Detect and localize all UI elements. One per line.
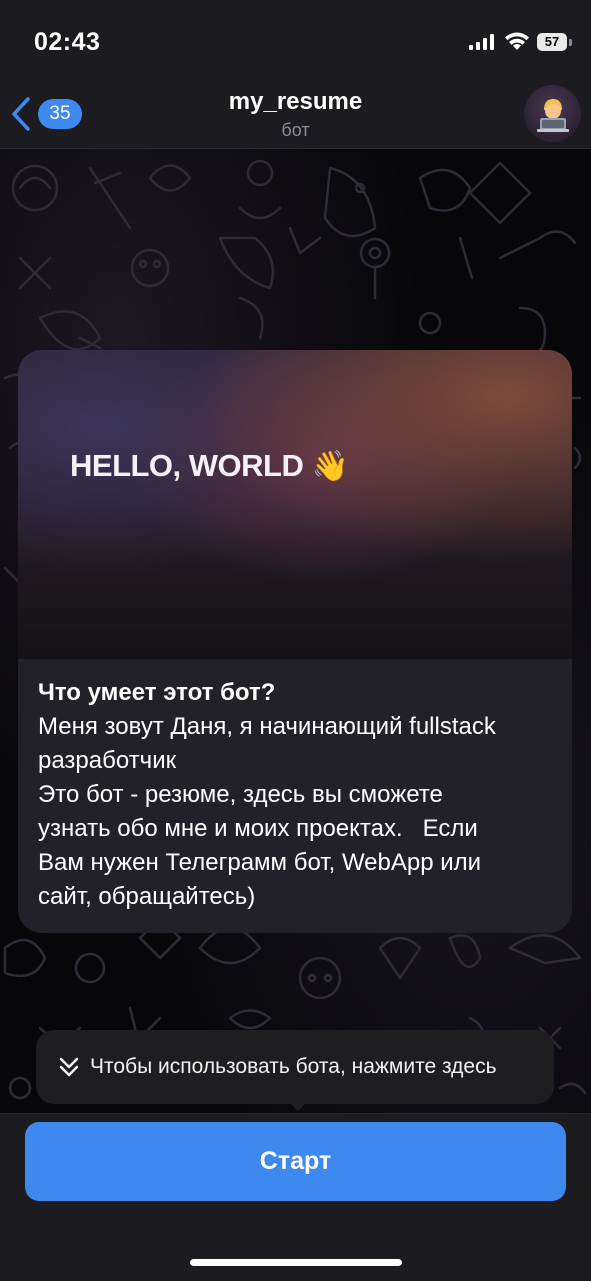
chat-title: my_resume <box>228 88 363 115</box>
bot-description-image: HELLO, WORLD 👋 <box>18 350 572 659</box>
bot-description: Что умеет этот бот? Меня зовут Даня, я н… <box>38 676 562 914</box>
hint-text: Чтобы использовать бота, нажмите здесь <box>90 1055 497 1078</box>
description-line: узнать обо мне и моих проектах. Если <box>38 815 478 842</box>
battery-icon: 57 <box>537 33 567 51</box>
back-button[interactable]: 35 <box>10 96 82 132</box>
chevron-down-double-icon <box>58 1055 80 1079</box>
header: 02:43 57 35 my_resume бот <box>0 0 591 149</box>
start-button[interactable]: Старт <box>25 1122 566 1201</box>
waving-hand-icon: 👋 <box>311 450 349 483</box>
home-indicator[interactable] <box>190 1259 402 1266</box>
chat-title-block[interactable]: my_resume бот <box>120 88 471 141</box>
back-chevron-icon <box>12 97 30 131</box>
technologist-avatar-icon <box>536 98 569 132</box>
chat-subtitle: бот <box>281 120 310 140</box>
description-line: Это бот - резюме, здесь вы сможете <box>38 781 443 808</box>
bot-info-card: HELLO, WORLD 👋 Что умеет этот бот? Меня … <box>18 350 572 933</box>
status-time: 02:43 <box>34 28 101 56</box>
wifi-icon <box>505 32 529 50</box>
image-caption-text: HELLO, WORLD <box>70 448 304 483</box>
description-line: Меня зовут Даня, я начинающий fullstack <box>38 713 496 740</box>
start-hint-tooltip[interactable]: Чтобы использовать бота, нажмите здесь <box>36 1030 554 1104</box>
description-line: Вам нужен Телеграмм бот, WebApp или <box>38 849 482 876</box>
description-line: сайт, обращайтесь) <box>38 883 256 910</box>
image-caption: HELLO, WORLD 👋 <box>70 448 349 484</box>
description-heading: Что умеет этот бот? <box>38 679 276 706</box>
unread-count-badge: 35 <box>38 99 82 129</box>
tooltip-pointer <box>287 1100 309 1111</box>
description-line: разработчик <box>38 747 177 774</box>
signal-icon <box>469 34 494 50</box>
battery-tip <box>569 39 572 46</box>
avatar[interactable] <box>524 85 581 142</box>
